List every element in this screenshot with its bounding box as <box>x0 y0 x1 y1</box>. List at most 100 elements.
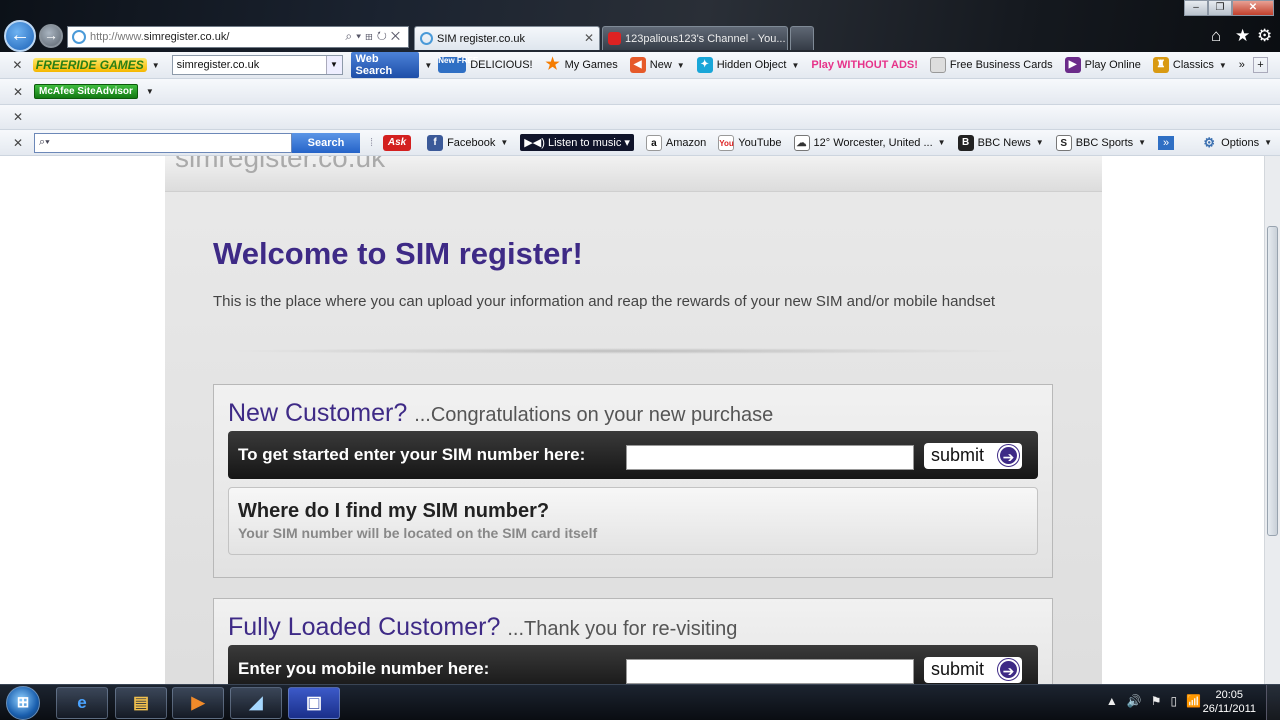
classics-menu[interactable]: ♜ Classics ▼ <box>1152 57 1227 73</box>
window-controls: – ❐ ✕ <box>1184 0 1274 16</box>
chevron-down-icon: ▼ <box>1218 60 1227 70</box>
new-games-menu[interactable]: ◀ New ▼ <box>629 57 685 73</box>
chevron-down-icon[interactable]: ▼ <box>424 61 432 70</box>
chevron-down-icon: ▼ <box>1035 138 1044 147</box>
restore-button[interactable]: ❐ <box>1208 0 1232 16</box>
play-online-link[interactable]: ▶ Play Online <box>1064 57 1141 73</box>
sim-help-title: Where do I find my SIM number? <box>238 500 550 522</box>
empty-toolbar: ✕ <box>0 105 1280 130</box>
tab-label: SIM register.co.uk <box>437 32 526 45</box>
chevron-down-icon[interactable]: ▾ <box>624 136 630 149</box>
loaded-customer-title: Fully Loaded Customer? <box>228 613 501 641</box>
loaded-customer-heading: Fully Loaded Customer? ...Thank you for … <box>228 613 737 642</box>
ask-search-input[interactable]: ⌕▾ <box>34 132 292 153</box>
listen-to-music-player[interactable]: ▶◀) Listen to music ▾ <box>520 134 634 151</box>
scrollbar-thumb[interactable] <box>1267 226 1278 536</box>
weather-menu[interactable]: ☁ 12° Worcester, United ... ▼ <box>793 134 946 151</box>
arrow-right-icon: ➔ <box>998 445 1019 466</box>
weather-icon: ☁ <box>793 134 810 151</box>
chevron-down-icon: ▼ <box>1138 138 1147 147</box>
tab-youtube-channel[interactable]: 123palious123's Channel - You... <box>602 26 788 50</box>
chevron-down-icon[interactable]: ▼ <box>325 56 342 74</box>
minimize-button[interactable]: – <box>1184 0 1208 16</box>
mcafee-siteadvisor-button[interactable]: McAfee SiteAdvisor <box>34 84 138 99</box>
site-logo[interactable]: simregister.co.uk <box>175 156 385 174</box>
hidden-object-menu[interactable]: ✦ Hidden Object ▼ <box>696 57 799 73</box>
play-icon[interactable]: ▶◀) <box>524 136 545 149</box>
ask-logo[interactable]: Ask <box>383 134 415 151</box>
amazon-link[interactable]: a Amazon <box>645 134 706 151</box>
close-toolbar-icon[interactable]: ✕ <box>8 58 27 72</box>
site-header-strip: simregister.co.uk <box>165 156 1102 192</box>
explorer-folder-taskbar-icon[interactable]: ▤ <box>115 687 167 719</box>
add-icon[interactable]: + <box>1252 57 1268 73</box>
youtube-icon: You <box>718 134 735 151</box>
ask-search-button[interactable]: Search <box>292 132 360 153</box>
loaded-customer-panel: Fully Loaded Customer? ...Thank you for … <box>213 598 1053 684</box>
mobile-number-input[interactable] <box>626 659 914 684</box>
internet-explorer-taskbar-icon[interactable]: e <box>56 687 108 719</box>
chevron-down-icon: ▼ <box>676 60 685 70</box>
business-card-icon <box>929 57 946 73</box>
app-taskbar-icon[interactable]: ▣ <box>288 687 340 719</box>
bbc-sports-icon: S <box>1055 134 1072 151</box>
show-desktop-button[interactable] <box>1266 685 1280 720</box>
clock-time: 20:05 <box>1215 689 1244 701</box>
submit-label: submit <box>931 659 985 679</box>
notes-taskbar-icon[interactable]: ◢ <box>230 687 282 719</box>
close-toolbar-icon[interactable]: ✕ <box>8 85 28 99</box>
mobile-submit-button[interactable]: submit ➔ <box>924 657 1022 683</box>
vertical-scrollbar[interactable] <box>1264 156 1280 684</box>
delicious-link[interactable]: New FREE DELICIOUS! <box>438 57 533 73</box>
settings-gear-icon[interactable]: ⚙ <box>1257 26 1272 46</box>
megaphone-icon: ◀ <box>629 57 646 73</box>
freeride-games-logo[interactable]: FREERIDE GAMES ▼ <box>32 58 160 72</box>
more-chevron-icon[interactable]: » <box>1158 135 1175 150</box>
address-bar[interactable]: http://www.simregister.co.uk/ ⌕▾⊞↻✕ <box>67 26 409 48</box>
site-container: simregister.co.uk Welcome to SIM registe… <box>165 156 1102 684</box>
ie-tab-icon <box>420 32 433 45</box>
close-toolbar-icon[interactable]: ✕ <box>8 136 28 150</box>
sim-submit-button[interactable]: submit ➔ <box>924 443 1022 469</box>
forward-button[interactable]: → <box>39 24 63 48</box>
toolbar-search-combo[interactable]: simregister.co.uk ▼ <box>171 55 343 75</box>
options-menu[interactable]: ⚙ Options ▼ <box>1201 135 1272 151</box>
submit-label: submit <box>931 445 985 465</box>
ask-toolbar: ✕ ⌕▾ Search ⁞ Ask f Facebook ▼ ▶◀) Listen … <box>0 130 1280 156</box>
taskbar-clock[interactable]: 20:05 26/11/2011 <box>1203 688 1256 716</box>
media-player-taskbar-icon[interactable]: ▶ <box>172 687 224 719</box>
start-button[interactable]: ⊞ <box>6 686 40 720</box>
toolbar-grip-icon: ⁞ <box>370 136 374 149</box>
system-tray-icons[interactable]: ▲🔊⚑▯📶 <box>1106 694 1210 708</box>
search-icon: ⌕▾ <box>39 136 50 148</box>
play-without-ads-link[interactable]: Play WITHOUT ADS! <box>811 59 918 71</box>
new-customer-heading: New Customer? ...Congratulations on your… <box>228 399 773 428</box>
chevron-down-icon: ▼ <box>500 138 509 147</box>
sim-help-box: Where do I find my SIM number? Your SIM … <box>228 487 1038 555</box>
mobile-number-label: Enter you mobile number here: <box>238 659 490 678</box>
tab-sim-register[interactable]: SIM register.co.uk ✕ <box>414 26 600 50</box>
close-toolbar-icon[interactable]: ✕ <box>8 110 28 124</box>
chevron-down-icon[interactable]: ▼ <box>152 61 160 70</box>
facebook-menu[interactable]: f Facebook ▼ <box>427 134 509 151</box>
freeride-toolbar: ✕ FREERIDE GAMES ▼ simregister.co.uk ▼ Web… <box>0 52 1280 79</box>
youtube-link[interactable]: You YouTube <box>718 134 782 151</box>
close-window-button[interactable]: ✕ <box>1232 0 1274 16</box>
gear-icon: ✦ <box>696 57 713 73</box>
bbc-sports-menu[interactable]: S BBC Sports ▼ <box>1055 134 1147 151</box>
tab-close-icon[interactable]: ✕ <box>584 31 594 45</box>
sim-number-input[interactable] <box>626 445 914 470</box>
web-search-button[interactable]: Web Search <box>350 52 420 78</box>
favorites-star-icon[interactable]: ★ <box>1235 26 1250 46</box>
home-icon[interactable]: ⌂ <box>1211 26 1221 46</box>
new-tab-button[interactable] <box>790 26 814 50</box>
mobile-number-form: Enter you mobile number here: submit ➔ <box>228 645 1038 684</box>
arrow-right-icon: ➔ <box>998 659 1019 680</box>
bbc-news-menu[interactable]: B BBC News ▼ <box>957 134 1044 151</box>
my-games-link[interactable]: ★ My Games <box>545 57 617 73</box>
free-business-cards-link[interactable]: Free Business Cards <box>929 57 1053 73</box>
chevron-down-icon[interactable]: ▼ <box>146 87 154 96</box>
more-chevron-icon[interactable]: » <box>1239 59 1245 71</box>
back-button[interactable]: ← <box>4 20 36 52</box>
address-tools-icons[interactable]: ⌕▾⊞↻✕ <box>345 29 404 44</box>
